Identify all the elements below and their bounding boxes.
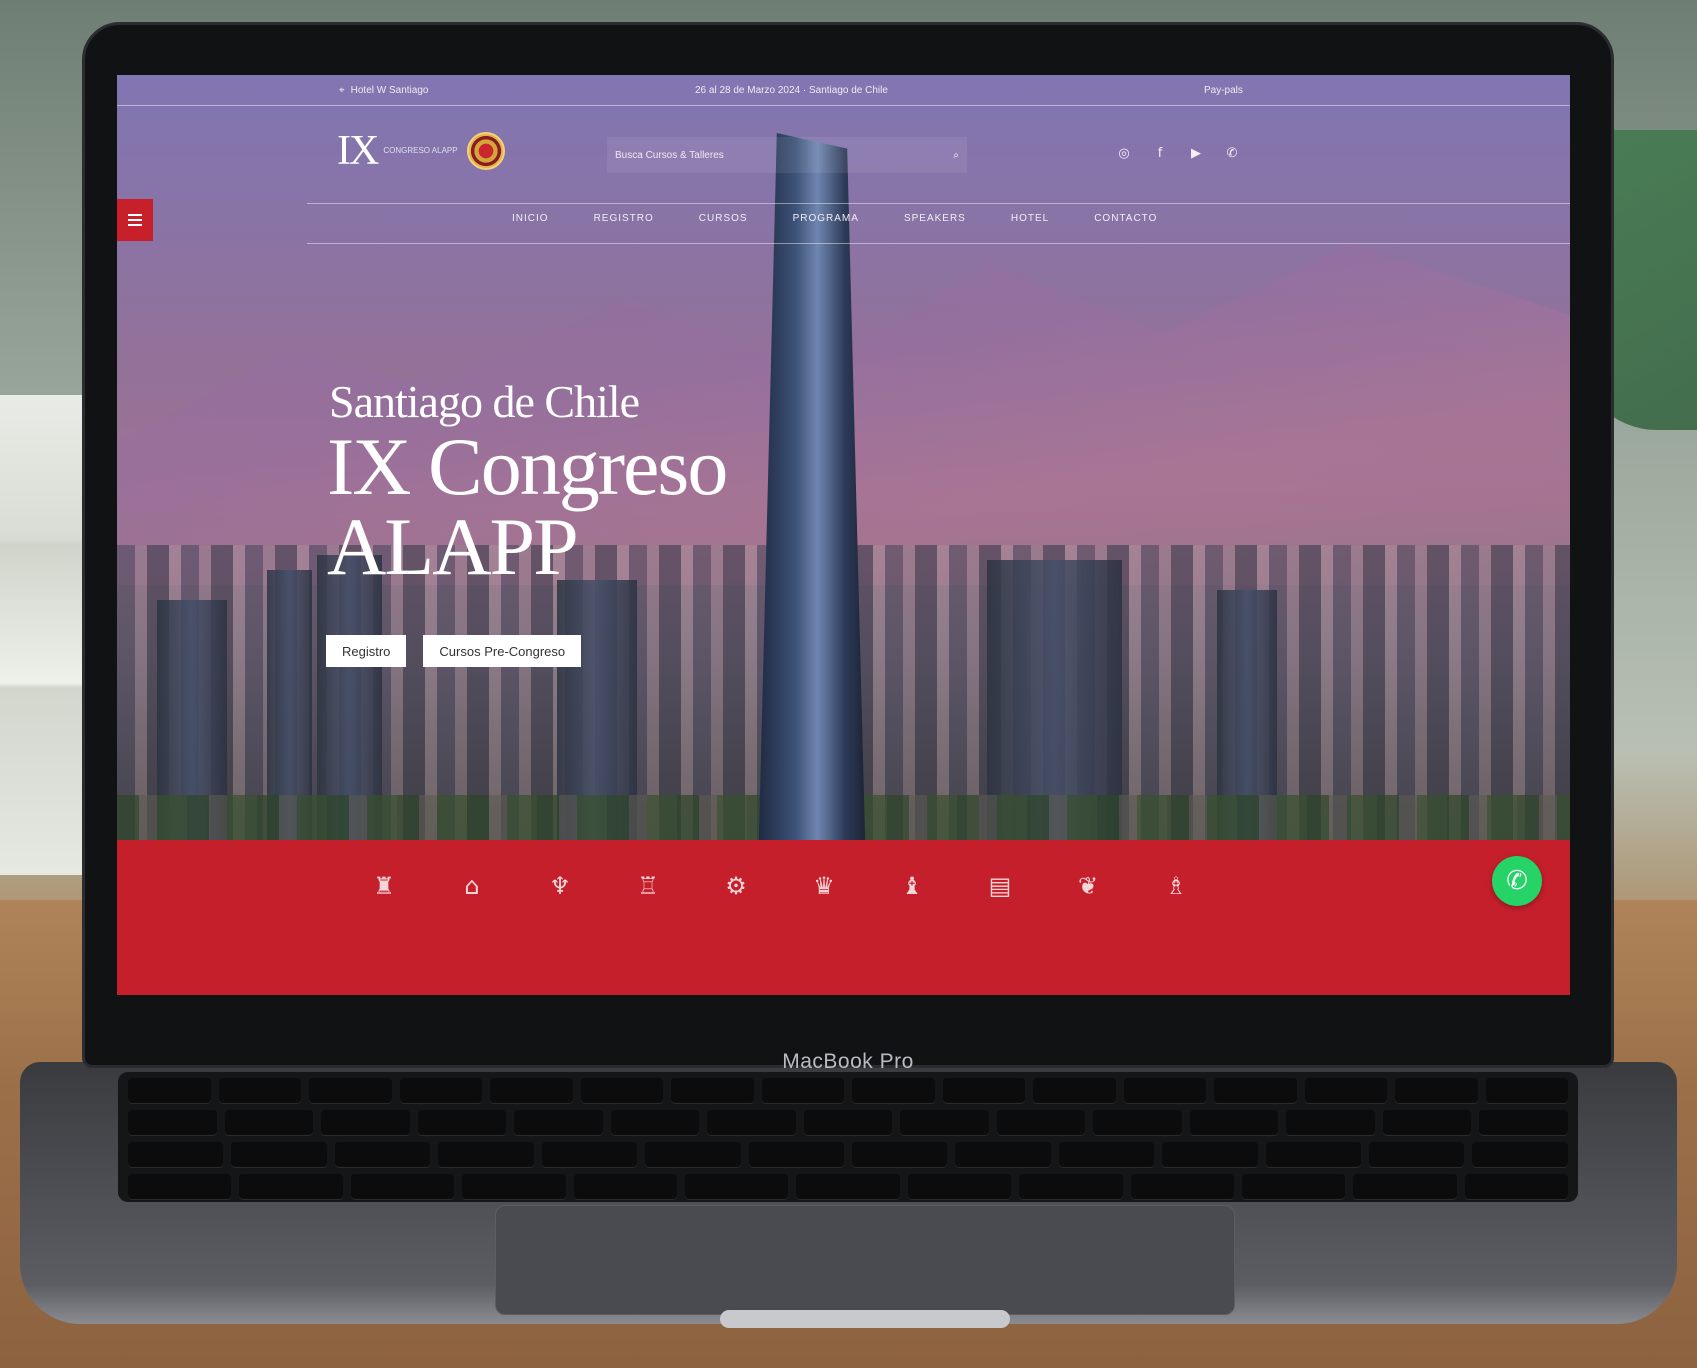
nav-item-cursos[interactable]: Cursos — [699, 213, 748, 224]
top-info-bar: ⌖ Hotel W Santiago 26 al 28 de Marzo 202… — [117, 75, 1570, 105]
wine-bottle-icon: ♗ — [1165, 872, 1187, 900]
youtube-icon[interactable]: ▶ — [1187, 145, 1205, 163]
search-bar: ⌕ — [607, 137, 967, 173]
wheel-icon: ⚙ — [725, 872, 747, 900]
book-icon: ▤ — [988, 872, 1012, 900]
background-books — [0, 395, 90, 875]
hero-title: IX Congreso ALAPP — [327, 421, 728, 592]
divider — [307, 203, 1570, 204]
keyboard — [118, 1072, 1578, 1202]
search-input[interactable] — [615, 149, 954, 161]
whatsapp-small-icon[interactable]: ✆ — [1223, 145, 1241, 163]
nav-item-contacto[interactable]: Contacto — [1094, 213, 1157, 224]
nav-item-registro[interactable]: Registro — [594, 213, 654, 224]
hamburger-menu-button[interactable] — [117, 199, 153, 241]
icon-band: ♜ ⌂ ♆ ♖ ⚙ ♛ ♝ ▤ ❦ ♗ ✆ — [117, 840, 1570, 995]
church-icon: ⌂ — [464, 872, 480, 900]
whatsapp-icon[interactable]: ✆ — [1492, 856, 1542, 906]
location-text: Hotel W Santiago — [350, 84, 429, 96]
browser-screen: ⌖ Hotel W Santiago 26 al 28 de Marzo 202… — [117, 75, 1570, 995]
divider — [117, 105, 1570, 106]
copihue-icon: ❦ — [1077, 872, 1099, 900]
drink-icon: ♖ — [637, 872, 659, 900]
laptop-brand: MacBook Pro — [782, 1050, 914, 1073]
hero-actions: Registro Cursos Pre-Congreso — [326, 635, 582, 667]
trackpad — [495, 1205, 1235, 1315]
hero-title-line-2: ALAPP — [327, 501, 579, 592]
search-icon[interactable]: ⌕ — [953, 150, 959, 161]
dancer-icon: ♛ — [813, 872, 835, 900]
nav-item-programa[interactable]: Programa — [793, 213, 859, 224]
condor-icon: ♆ — [549, 872, 571, 900]
laptop-notch — [720, 1310, 1010, 1328]
site-logo[interactable]: IX CONGRESO ALAPP — [337, 130, 458, 172]
cursos-pre-congreso-button[interactable]: Cursos Pre-Congreso — [423, 635, 582, 667]
hero-title-line-1: IX Congreso — [327, 421, 728, 512]
social-links: ◎ f ▶ ✆ — [1115, 145, 1241, 163]
location: ⌖ Hotel W Santiago — [339, 85, 428, 96]
facebook-icon[interactable]: f — [1151, 145, 1169, 163]
nav-item-hotel[interactable]: Hotel — [1011, 213, 1049, 224]
main-nav: Inicio Registro Cursos Programa Speakers… — [512, 213, 1157, 224]
moai-icon: ♜ — [373, 872, 395, 900]
instagram-icon[interactable]: ◎ — [1115, 145, 1133, 163]
divider — [307, 243, 1570, 244]
band-icons: ♜ ⌂ ♆ ♖ ⚙ ♛ ♝ ▤ ❦ ♗ — [372, 870, 1188, 902]
tower-icon: ♝ — [901, 872, 923, 900]
nav-item-inicio[interactable]: Inicio — [512, 213, 549, 224]
logo-text: CONGRESO ALAPP — [383, 146, 458, 156]
logo-mark: IX — [337, 128, 379, 174]
map-pin-icon: ⌖ — [339, 84, 345, 96]
event-dates: 26 al 28 de Marzo 2024 · Santiago de Chi… — [695, 84, 888, 96]
nav-item-speakers[interactable]: Speakers — [904, 213, 966, 224]
pay-link[interactable]: Pay-pals — [1204, 85, 1243, 96]
registro-button[interactable]: Registro — [326, 635, 407, 667]
association-seal — [467, 132, 505, 170]
